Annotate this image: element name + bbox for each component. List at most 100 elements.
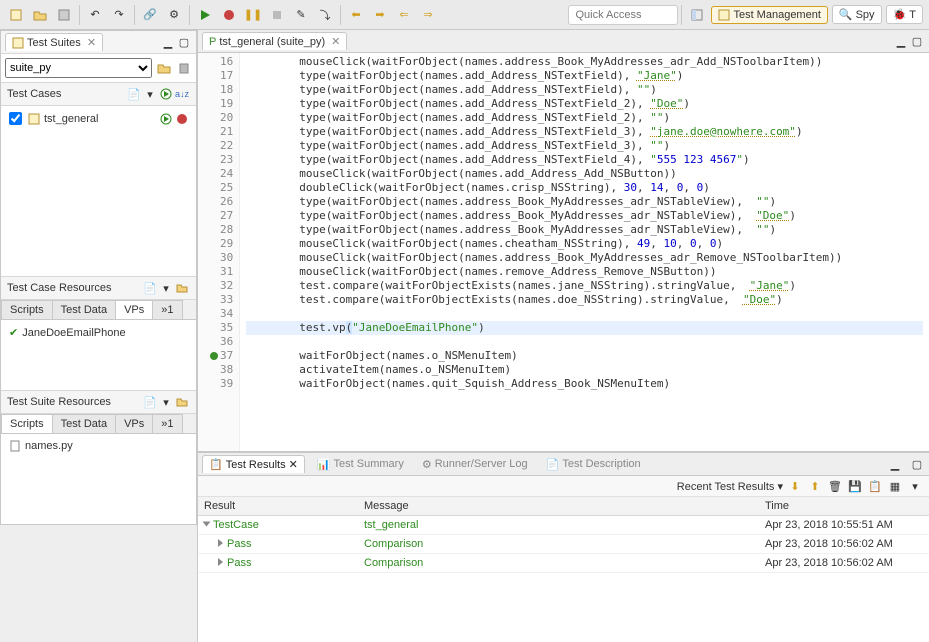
maximize-icon[interactable]: ▢ [910, 457, 924, 471]
perspective-label: Spy [856, 9, 875, 21]
maximize-icon[interactable]: ▢ [177, 35, 191, 49]
arrow-up-icon[interactable]: ⬆ [808, 479, 822, 493]
quick-access-input[interactable] [568, 5, 678, 25]
ts-resources-tabs: Scripts Test Data VPs »1 [1, 414, 196, 434]
close-icon[interactable]: ✕ [289, 458, 298, 471]
menu-icon[interactable]: ▾ [159, 281, 173, 295]
record-icon[interactable] [218, 4, 240, 26]
tab-more[interactable]: »1 [152, 414, 182, 433]
new-icon[interactable] [5, 4, 27, 26]
delete-icon[interactable] [177, 61, 191, 75]
tab-vps[interactable]: VPs [115, 300, 153, 319]
tab-test-results[interactable]: 📋Test Results✕ [202, 455, 305, 473]
folder-icon[interactable] [175, 395, 189, 409]
link-icon[interactable]: 🔗 [139, 4, 161, 26]
new-res-icon[interactable]: 📄 [143, 395, 157, 409]
minimize-icon[interactable]: ▁ [888, 457, 902, 471]
code-editor[interactable]: 1617181920212223242526272829303132333435… [198, 53, 929, 451]
perspective-spy[interactable]: 🔍Spy [832, 5, 882, 24]
editor-tab[interactable]: P tst_general (suite_py) ✕ [202, 32, 347, 50]
stop-icon[interactable] [266, 4, 288, 26]
ts-resources-title: Test Suite Resources [7, 396, 111, 408]
editor-tab-label: tst_general (suite_py) [219, 36, 325, 48]
tab-test-data[interactable]: Test Data [52, 414, 116, 433]
log-icon: ⚙ [422, 458, 432, 471]
undo-icon[interactable]: ↶ [84, 4, 106, 26]
folder-icon[interactable] [175, 281, 189, 295]
minimize-icon[interactable]: ▁ [894, 34, 908, 48]
perspective-label: Test Management [733, 9, 820, 21]
copy-icon[interactable]: 📋 [868, 479, 882, 493]
step-icon[interactable]: ⤵ [314, 4, 336, 26]
pause-icon[interactable]: ❚❚ [242, 4, 264, 26]
nav1-icon[interactable]: ⇐ [393, 4, 415, 26]
record-tc-icon[interactable] [176, 113, 188, 125]
table-row[interactable]: PassComparisonApr 23, 2018 10:56:02 AM [198, 554, 929, 573]
run-tc-icon[interactable] [160, 113, 172, 125]
table-row[interactable]: PassComparisonApr 23, 2018 10:56:02 AM [198, 535, 929, 554]
test-cases-header: Test Cases 📄 ▾ a↓z [1, 82, 196, 106]
tab-more[interactable]: »1 [152, 300, 182, 319]
test-cases-title: Test Cases [7, 88, 61, 100]
tab-scripts[interactable]: Scripts [1, 300, 53, 319]
save-icon[interactable] [53, 4, 75, 26]
test-cases-list: tst_general [1, 106, 196, 136]
close-icon[interactable]: ✕ [87, 36, 96, 49]
menu-icon[interactable]: ▾ [908, 479, 922, 493]
new-res-icon[interactable]: 📄 [143, 281, 157, 295]
perspective-test-management[interactable]: Test Management [711, 6, 827, 24]
summary-icon: 📊 [317, 458, 331, 471]
results-toolbar: Recent Test Results ▾ ⬇ ⬆ 🗑 💾 📋 ▦ ▾ [198, 476, 929, 497]
vp-list: ✔ JaneDoeEmailPhone [1, 320, 196, 390]
test-case-checkbox[interactable] [9, 112, 22, 125]
new-tc-icon[interactable]: 📄 [127, 87, 141, 101]
test-suites-tab[interactable]: Test Suites ✕ [5, 33, 103, 51]
arrow-down-icon[interactable]: ⬇ [788, 479, 802, 493]
recent-results-dropdown[interactable]: Recent Test Results ▾ [677, 480, 783, 493]
script-label: names.py [25, 440, 73, 452]
menu-icon[interactable]: ▾ [159, 395, 173, 409]
col-time[interactable]: Time [759, 497, 929, 515]
script-item[interactable]: names.py [5, 438, 192, 454]
folder-icon[interactable] [157, 61, 171, 75]
vp-item[interactable]: ✔ JaneDoeEmailPhone [5, 324, 192, 341]
menu-icon[interactable]: ▾ [143, 87, 157, 101]
bug-icon: 🐞 [893, 8, 907, 21]
run-icon[interactable] [194, 4, 216, 26]
minimize-icon[interactable]: ▁ [161, 35, 175, 49]
close-icon[interactable]: ✕ [331, 35, 340, 48]
col-message[interactable]: Message [358, 497, 759, 515]
tab-vps[interactable]: VPs [115, 414, 153, 433]
wand-icon[interactable]: ✎ [290, 4, 312, 26]
python-file-icon: P [209, 36, 216, 48]
redo-icon[interactable]: ↷ [108, 4, 130, 26]
back-icon[interactable]: ⬅ [345, 4, 367, 26]
filter-icon[interactable]: ▦ [888, 479, 902, 493]
forward-icon[interactable]: ➡ [369, 4, 391, 26]
col-result[interactable]: Result [198, 497, 358, 515]
test-suites-view-header: Test Suites ✕ ▁ ▢ [1, 31, 196, 54]
vp-label: JaneDoeEmailPhone [22, 327, 125, 339]
editor-tabbar: P tst_general (suite_py) ✕ ▁ ▢ [198, 30, 929, 53]
open-icon[interactable] [29, 4, 51, 26]
tab-test-description[interactable]: 📄Test Description [540, 456, 647, 473]
suite-select[interactable]: suite_py [5, 58, 152, 78]
tc-resources-title: Test Case Resources [7, 282, 112, 294]
save-icon[interactable]: 💾 [848, 479, 862, 493]
results-tabbar: 📋Test Results✕ 📊Test Summary ⚙Runner/Ser… [198, 453, 929, 476]
sort-az-icon[interactable]: a↓z [175, 87, 189, 101]
maximize-icon[interactable]: ▢ [910, 34, 924, 48]
perspective-debug[interactable]: 🐞T [886, 5, 923, 24]
nav2-icon[interactable]: ⇒ [417, 4, 439, 26]
tab-test-data[interactable]: Test Data [52, 300, 116, 319]
tab-scripts[interactable]: Scripts [1, 414, 53, 433]
tab-runner-log[interactable]: ⚙Runner/Server Log [416, 456, 534, 473]
table-row[interactable]: TestCasetst_generalApr 23, 2018 10:55:51… [198, 516, 929, 535]
test-case-row[interactable]: tst_general [5, 110, 192, 127]
run-all-icon[interactable] [159, 87, 173, 101]
open-perspective-icon[interactable] [686, 4, 708, 26]
tool-icon[interactable]: ⚙ [163, 4, 185, 26]
perspective-label: T [909, 9, 916, 21]
tab-test-summary[interactable]: 📊Test Summary [311, 456, 410, 473]
clear-icon[interactable]: 🗑 [828, 479, 842, 493]
